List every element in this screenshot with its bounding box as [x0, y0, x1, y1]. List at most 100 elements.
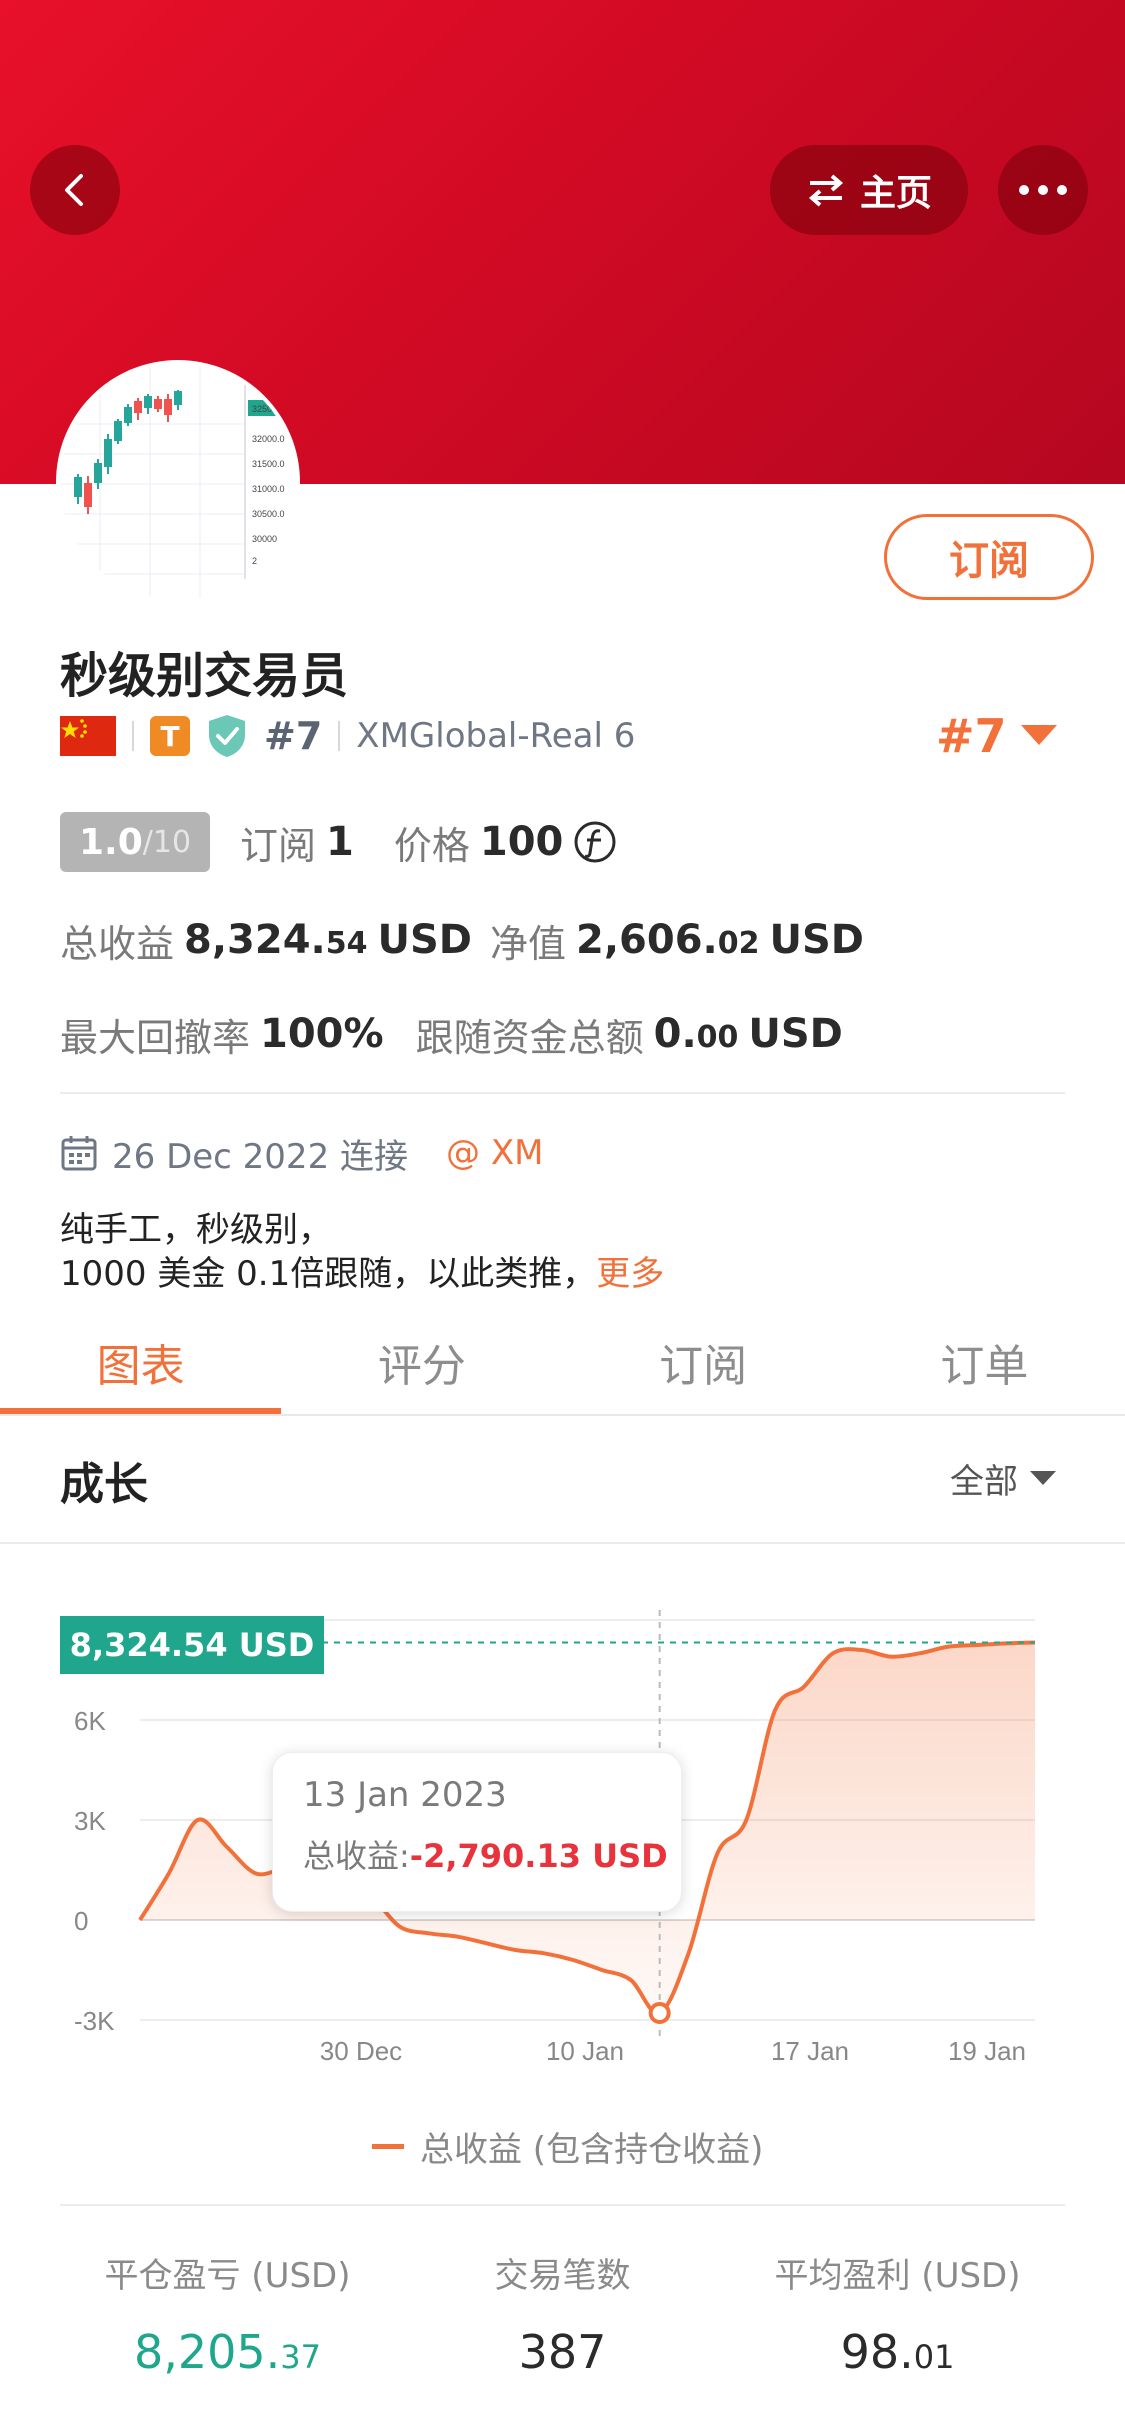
current-value-tag: 8,324.54 USD [60, 1616, 324, 1674]
equity-label: 净值 [489, 921, 566, 966]
verified-shield-icon [209, 715, 245, 757]
price-label: 价格 [393, 823, 470, 868]
stat-label: 交易笔数 [494, 2256, 631, 2296]
score-badge: 1.0/10 [60, 812, 210, 872]
stat-dec: 37 [280, 2338, 322, 2376]
crosshair-point [648, 2002, 671, 2024]
connect-date: 26 Dec 2022 连接 [112, 1136, 409, 1177]
rank-dropdown[interactable]: #7 [936, 706, 1057, 766]
x-tick-label: 19 Jan [948, 2036, 1026, 2066]
closed-pnl-stat: 平仓盈亏 (USD) 8,205.37 [60, 2248, 395, 2379]
tab-bar: 图表 评分 订阅 订单 [0, 1310, 1125, 1414]
chevron-left-icon [65, 174, 83, 206]
tab-chart[interactable]: 图表 [0, 1310, 282, 1414]
y-tick-label: -3K [74, 2006, 115, 2036]
follow-funds-unit: USD [748, 1011, 843, 1057]
subscribe-button[interactable]: 订阅 [884, 514, 1094, 600]
range-filter-dropdown[interactable]: 全部 [950, 1454, 1056, 1503]
avatar-tick: 31500.0 [252, 459, 285, 469]
stat-dec: 01 [913, 2338, 955, 2376]
total-profit-unit: USD [377, 917, 472, 963]
follow-funds-int: 0. [653, 1011, 697, 1057]
tab-subscriptions[interactable]: 订阅 [563, 1310, 844, 1414]
stat-label: 平均盈利 (USD) [774, 2256, 1021, 2296]
avatar-tick: 30500.0 [252, 509, 285, 519]
calendar-icon [61, 1136, 97, 1171]
growth-title: 成长 [60, 1459, 148, 1510]
y-tick-label: 3K [74, 1806, 106, 1836]
caret-down-icon [1020, 725, 1057, 745]
stat-int: 387 [518, 2325, 607, 2379]
chart-legend: 总收益 (包含持仓收益) [372, 2122, 763, 2171]
follow-funds-dec: 00 [696, 1020, 739, 1055]
connection-row: 26 Dec 2022 连接 @ XM [60, 1128, 543, 1178]
coin-icon [574, 821, 616, 863]
avatar[interactable]: 32500 32000.0 31500.0 31000.0 30500.0 30… [60, 364, 296, 600]
description-line-2: 1000 美金 0.1倍跟随，以此类推， [60, 1254, 597, 1294]
more-dots-icon [1019, 185, 1067, 195]
subs-label: 订阅 [240, 823, 317, 868]
divider [60, 1092, 1065, 1094]
total-profit-dec: 54 [325, 926, 368, 961]
description: 纯手工，秒级别， 1000 美金 0.1倍跟随，以此类推，更多 [60, 1208, 664, 1296]
description-line-1: 纯手工，秒级别， [60, 1210, 332, 1250]
home-button[interactable]: 主页 [770, 145, 968, 235]
stat-value: 98.01 [841, 2325, 955, 2379]
back-button[interactable] [30, 145, 120, 235]
stat-int: 98. [840, 2325, 914, 2379]
stat-int: 8,205. [133, 2325, 281, 2379]
avatar-tick: 30000 [252, 534, 277, 544]
trader-name: 秒级别交易员 [60, 648, 349, 704]
tab-orders[interactable]: 订单 [844, 1310, 1125, 1414]
stat-label: 平仓盈亏 (USD) [104, 2256, 351, 2296]
score-value: 1.0 [78, 821, 143, 863]
divider [0, 1542, 1125, 1544]
legend-swatch [372, 2144, 404, 2149]
avatar-tick: 32000.0 [252, 434, 285, 444]
server-name: XMGlobal-Real 6 [356, 716, 636, 756]
drawdown-follow-row: 最大回撤率 100% 跟随资金总额 0.00 USD [60, 1004, 843, 1064]
trader-meta-row: T #7 XMGlobal-Real 6 [60, 706, 635, 766]
rank-value: #7 [936, 709, 1007, 763]
tab-rating[interactable]: 评分 [281, 1310, 562, 1414]
summary-stats: 平仓盈亏 (USD) 8,205.37 交易笔数 387 平均盈利 (USD) … [60, 2248, 1065, 2379]
profit-equity-row: 总收益 8,324.54 USD 净值 2,606.02 USD [60, 910, 864, 970]
rank-small: #7 [264, 714, 323, 758]
score-max: /10 [142, 824, 192, 860]
divider [132, 721, 134, 751]
divider [60, 2204, 1065, 2206]
total-profit-label: 总收益 [60, 921, 175, 966]
drawdown-label: 最大回撤率 [60, 1015, 251, 1060]
equity-dec: 02 [717, 926, 760, 961]
avatar-tick: 2 [252, 556, 257, 566]
home-button-label: 主页 [859, 173, 932, 214]
trade-count-stat: 交易笔数 387 [395, 2248, 730, 2379]
tooltip-date: 13 Jan 2023 [303, 1775, 507, 1815]
drawdown-value: 100% [260, 1011, 384, 1057]
chart-tooltip: 13 Jan 2023 总收益:-2,790.13 USD [272, 1752, 682, 1912]
y-tick-label: 0 [74, 1906, 88, 1936]
tooltip-value: -2,790.13 USD [409, 1837, 668, 1875]
broker-link[interactable]: @ XM [446, 1133, 543, 1173]
equity-unit: USD [769, 917, 864, 963]
subs-price-row: 订阅 1 价格 100 [240, 812, 617, 872]
legend-label: 总收益 (包含持仓收益) [420, 2130, 764, 2170]
equity-int: 2,606. [576, 917, 718, 963]
total-profit-int: 8,324. [184, 917, 326, 963]
china-flag-icon [60, 716, 116, 756]
x-tick-label: 30 Dec [320, 2036, 402, 2066]
more-link[interactable]: 更多 [596, 1254, 664, 1294]
tooltip-label: 总收益: [303, 1837, 410, 1875]
swap-arrows-icon [808, 174, 844, 207]
divider [338, 721, 341, 751]
price-value: 100 [479, 819, 564, 865]
avatar-tick: 31000.0 [252, 484, 285, 494]
subs-value: 1 [326, 819, 354, 865]
x-tick-label: 17 Jan [771, 2036, 849, 2066]
follow-funds-label: 跟随资金总额 [415, 1015, 644, 1060]
avatar-candlestick-image: 32500 32000.0 31500.0 31000.0 30500.0 30… [60, 364, 296, 600]
y-tick-label: 6K [74, 1706, 106, 1736]
more-button[interactable] [998, 145, 1088, 235]
caret-down-icon [1030, 1470, 1056, 1485]
avg-profit-stat: 平均盈利 (USD) 98.01 [730, 2248, 1065, 2379]
